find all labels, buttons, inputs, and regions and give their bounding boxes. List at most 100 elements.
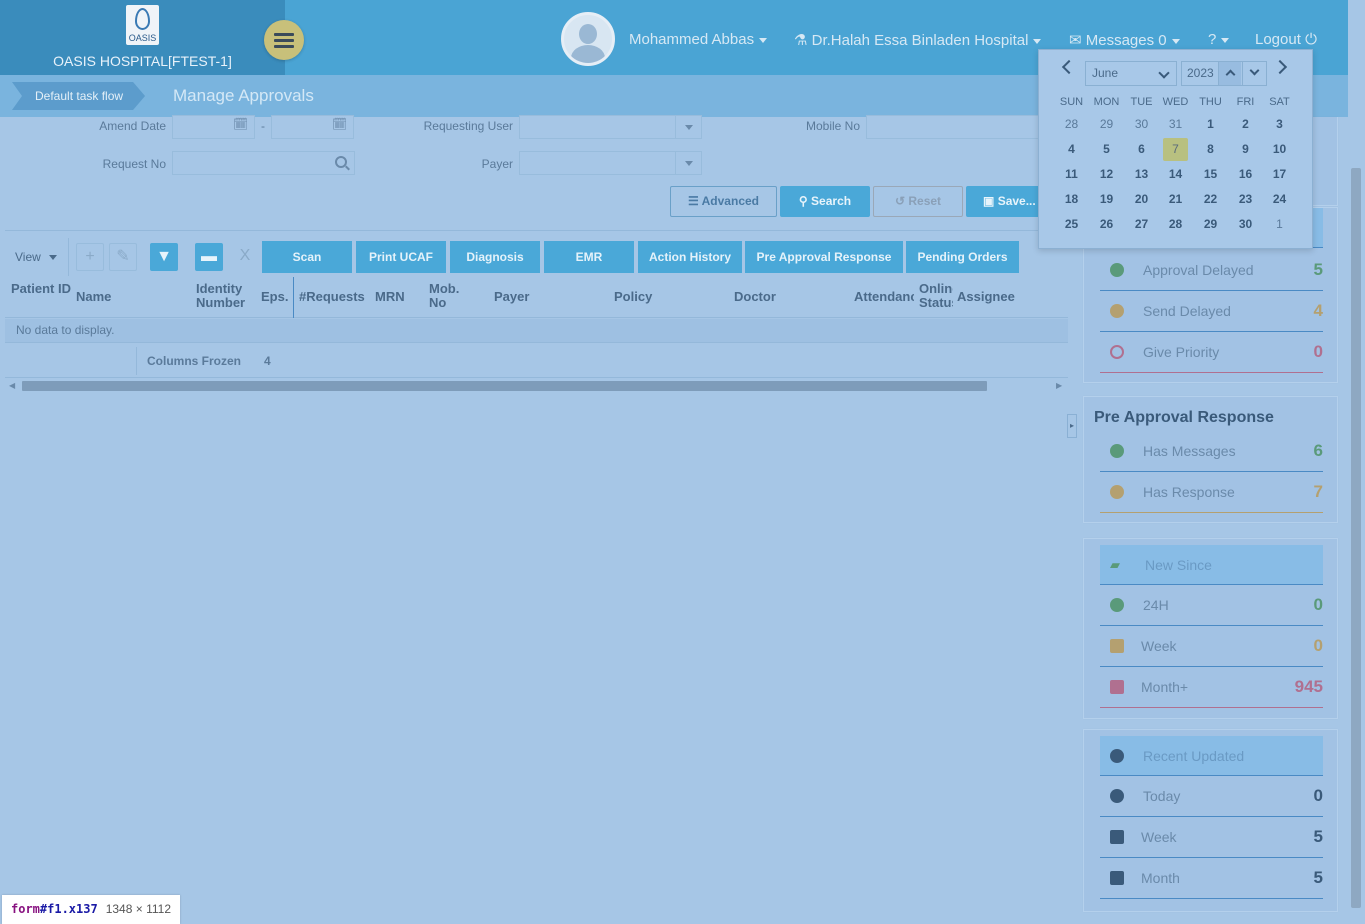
add-icon[interactable]: + — [76, 243, 104, 271]
pending-orders-button[interactable]: Pending Orders — [906, 241, 1019, 273]
breadcrumb-task-flow[interactable]: Default task flow — [12, 82, 145, 110]
calendar-day[interactable]: 28 — [1163, 213, 1188, 236]
requesting-user-select[interactable] — [519, 115, 702, 139]
column-header[interactable]: Eps. — [261, 290, 293, 304]
year-spinner[interactable]: 2023 — [1181, 61, 1267, 86]
calendar-clock-icon[interactable]: 🗓 — [332, 117, 348, 133]
view-menu[interactable]: View — [5, 238, 69, 276]
calendar-day[interactable]: 25 — [1059, 213, 1084, 236]
request-no-input[interactable] — [172, 151, 355, 175]
calendar-day[interactable]: 2 — [1233, 113, 1258, 136]
previous-month-icon[interactable] — [1061, 59, 1077, 75]
chevron-down-icon[interactable] — [1242, 62, 1265, 85]
calendar-day[interactable]: 20 — [1129, 188, 1154, 211]
hospital-menu[interactable]: ⚗ Dr.Halah Essa Binladen Hospital — [794, 31, 1042, 49]
stat-row[interactable]: Week 5 — [1100, 817, 1323, 858]
column-header[interactable]: Mob. No — [429, 282, 473, 310]
calendar-day[interactable]: 5 — [1094, 138, 1119, 161]
calendar-day[interactable]: 14 — [1163, 163, 1188, 186]
calendar-day[interactable]: 18 — [1059, 188, 1084, 211]
chevron-down-icon[interactable] — [675, 152, 701, 174]
advanced-button[interactable]: ☰ Advanced — [670, 186, 777, 217]
oasis-logo[interactable]: OASIS — [126, 5, 159, 45]
save-button[interactable]: ▣ Save... — [966, 186, 1042, 217]
calendar-day[interactable]: 3 — [1267, 113, 1292, 136]
calendar-day[interactable]: 30 — [1233, 213, 1258, 236]
column-header[interactable]: #Requests — [299, 290, 371, 304]
month-select[interactable]: June — [1085, 61, 1177, 86]
calendar-day[interactable]: 6 — [1129, 138, 1154, 161]
pre-approval-response-button[interactable]: Pre Approval Response — [745, 241, 903, 273]
scroll-right-icon[interactable]: ▶ — [1056, 381, 1062, 390]
search-button[interactable]: ⚲ Search — [780, 186, 870, 217]
horizontal-scrollbar[interactable]: ◀ ▶ — [5, 379, 1068, 393]
stat-row[interactable]: Has Messages 6 — [1100, 431, 1323, 472]
scan-button[interactable]: Scan — [262, 241, 352, 273]
emr-button[interactable]: EMR — [544, 241, 634, 273]
user-menu[interactable]: Mohammed Abbas — [629, 31, 768, 48]
stat-row[interactable]: Week 0 — [1100, 626, 1323, 667]
column-header[interactable]: Policy — [614, 290, 724, 304]
amend-date-to-input[interactable]: 🗓 — [271, 115, 354, 139]
filter-icon[interactable]: ▼ — [150, 243, 178, 271]
stat-row[interactable]: Has Response 7 — [1100, 472, 1323, 513]
column-header[interactable]: Doctor — [734, 290, 844, 304]
menu-toggle-button[interactable] — [264, 20, 304, 60]
edit-icon[interactable]: ✎ — [109, 243, 137, 271]
calendar-day[interactable]: 19 — [1094, 188, 1119, 211]
help-menu[interactable]: ? — [1208, 31, 1230, 48]
calendar-clock-icon[interactable]: 🗓 — [233, 117, 249, 133]
calendar-day[interactable]: 26 — [1094, 213, 1119, 236]
calendar-day[interactable]: 16 — [1233, 163, 1258, 186]
calendar-day[interactable]: 23 — [1233, 188, 1258, 211]
excel-export-icon[interactable]: X — [231, 243, 259, 271]
stat-row[interactable]: Today 0 — [1100, 776, 1323, 817]
calendar-day[interactable]: 13 — [1129, 163, 1154, 186]
scroll-left-icon[interactable]: ◀ — [9, 381, 15, 390]
scrollbar-thumb[interactable] — [1351, 168, 1361, 908]
stat-row[interactable]: Month+ 945 — [1100, 667, 1323, 708]
column-header[interactable]: Attendance — [854, 290, 914, 304]
calendar-day[interactable]: 7 — [1163, 138, 1188, 161]
stat-row[interactable]: Month 5 — [1100, 858, 1323, 899]
calendar-day[interactable]: 17 — [1267, 163, 1292, 186]
calendar-day[interactable]: 29 — [1094, 113, 1119, 136]
panel-collapse-handle[interactable]: ▸ — [1067, 414, 1077, 438]
column-header[interactable]: Online Status — [919, 282, 953, 310]
calendar-day[interactable]: 4 — [1059, 138, 1084, 161]
calendar-day[interactable]: 24 — [1267, 188, 1292, 211]
columns-frozen-count[interactable]: 4 — [264, 354, 271, 368]
chevron-up-icon[interactable] — [1218, 62, 1241, 85]
calendar-day[interactable]: 22 — [1198, 188, 1223, 211]
mobile-no-input[interactable] — [866, 115, 1043, 139]
next-month-icon[interactable] — [1272, 59, 1288, 75]
card-icon[interactable]: ▬ — [195, 243, 223, 271]
column-header[interactable]: Patient ID — [11, 282, 71, 296]
messages-menu[interactable]: ✉ Messages 0 — [1069, 31, 1180, 49]
stat-row[interactable]: Give Priority 0 — [1100, 332, 1323, 373]
column-header[interactable]: Name — [76, 290, 186, 304]
calendar-day[interactable]: 12 — [1094, 163, 1119, 186]
stat-row[interactable]: 24H 0 — [1100, 585, 1323, 626]
stat-row[interactable]: Send Delayed 4 — [1100, 291, 1323, 332]
payer-select[interactable] — [519, 151, 702, 175]
calendar-day[interactable]: 1 — [1198, 113, 1223, 136]
calendar-day[interactable]: 10 — [1267, 138, 1292, 161]
print-ucaf-button[interactable]: Print UCAF — [356, 241, 446, 273]
diagnosis-button[interactable]: Diagnosis — [450, 241, 540, 273]
calendar-day[interactable]: 29 — [1198, 213, 1223, 236]
calendar-day[interactable]: 1 — [1267, 213, 1292, 236]
column-header[interactable]: Assignee — [957, 290, 1027, 304]
calendar-day[interactable]: 8 — [1198, 138, 1223, 161]
action-history-button[interactable]: Action History — [638, 241, 742, 273]
calendar-day[interactable]: 21 — [1163, 188, 1188, 211]
calendar-day[interactable]: 28 — [1059, 113, 1084, 136]
search-icon[interactable] — [335, 156, 347, 168]
column-header[interactable]: Payer — [494, 290, 604, 304]
stat-row[interactable]: Approval Delayed 5 — [1100, 250, 1323, 291]
user-avatar[interactable] — [561, 12, 615, 66]
calendar-day[interactable]: 27 — [1129, 213, 1154, 236]
calendar-day[interactable]: 31 — [1163, 113, 1188, 136]
calendar-day[interactable]: 30 — [1129, 113, 1154, 136]
chevron-down-icon[interactable] — [675, 116, 701, 138]
